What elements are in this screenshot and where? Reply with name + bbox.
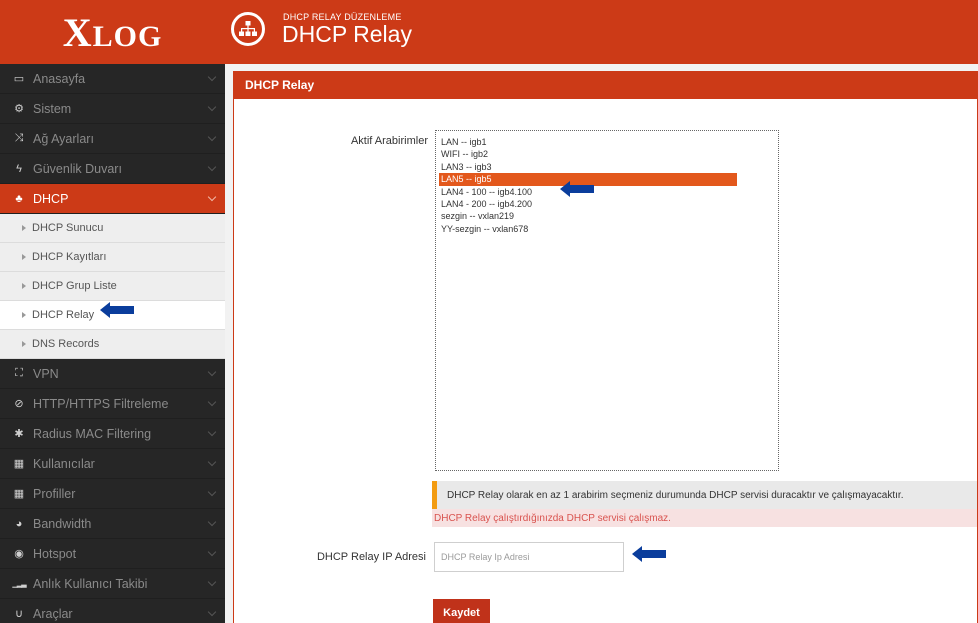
shuffle-icon: ⤨ [14,132,24,144]
sidebar-item-label: Hotspot [33,546,77,561]
sidebar-item-anlik-kullanici-takibi[interactable]: ▁▂▃ Anlık Kullanıcı Takibi [0,569,225,599]
sidebar-item-label: Bandwidth [33,516,92,531]
sidebar-subitem-dhcp-kayitlari[interactable]: DHCP Kayıtları [0,243,225,272]
caret-right-icon [22,283,26,289]
relay-ip-label: DHCP Relay IP Adresi [316,551,426,563]
interface-option[interactable]: LAN4 - 100 -- igb4.100 [439,186,778,198]
page-header: DHCP RELAY DÜZENLEME DHCP Relay [225,0,978,64]
chevron-down-icon [207,162,217,172]
chevron-down-icon [207,72,217,82]
sidebar-item-kullanicilar[interactable]: ▦ Kullanıcılar [0,449,225,479]
sidebar-item-label: Sistem [33,101,72,116]
sidebar-item-vpn[interactable]: ⛶ VPN [0,359,225,389]
sidebar-item-label: Araçlar [33,606,73,621]
logo-text: XLOG [62,9,163,55]
panel-title: DHCP Relay [234,71,977,99]
interface-option[interactable]: YY-sezgin -- vxlan678 [439,223,778,235]
chevron-down-icon [207,427,217,437]
chevron-down-icon [207,397,217,407]
caret-right-icon [22,341,26,347]
sidebar-subitem-dns-records[interactable]: DNS Records [0,330,225,359]
sidebar-item-label: Ağ Ayarları [33,131,94,146]
interface-option[interactable]: LAN3 -- igb3 [439,161,778,173]
sidebar-item-ag-ayarlari[interactable]: ⤨ Ağ Ayarları [0,124,225,154]
sidebar-item-label: Radius MAC Filtering [33,426,152,441]
caret-right-icon [22,312,26,318]
sidebar-item-label: Anlık Kullanıcı Takibi [33,576,148,591]
chevron-down-icon [207,102,217,112]
logo[interactable]: XLOG [0,0,225,64]
chevron-down-icon [207,367,217,377]
chevron-down-icon [207,457,217,467]
arrow-left-icon [560,181,594,197]
chevron-down-icon [207,517,217,527]
warning-message: DHCP Relay olarak en az 1 arabirim seçme… [432,481,977,509]
active-interfaces-label: Aktif Arabirimler [350,135,428,147]
sidebar: ▭ Anasayfa ⚙ Sistem ⤨ Ağ Ayarları ϟ Güve… [0,64,225,623]
sidebar-subitem-dhcp-grup-liste[interactable]: DHCP Grup Liste [0,272,225,301]
interface-option[interactable]: sezgin -- vxlan219 [439,210,778,222]
sidebar-subitem-dhcp-sunucu[interactable]: DHCP Sunucu [0,214,225,243]
arrow-left-icon [632,546,666,562]
sitemap-icon: ♣ [15,192,23,205]
grid-icon: ▦ [13,458,25,470]
chevron-down-icon [207,607,217,617]
sidebar-item-label: Kullanıcılar [33,456,95,471]
sidebar-item-label: Anasayfa [33,71,86,86]
caret-right-icon [22,225,26,231]
sidebar-item-dhcp[interactable]: ♣ DHCP [0,184,225,214]
binoculars-icon: ⛶ [15,367,23,379]
chevron-down-icon [207,132,217,142]
sidebar-item-araclar[interactable]: ∪ Araçlar [0,599,225,623]
magnet-icon: ∪ [14,608,24,620]
sitemap-icon [231,12,265,46]
sidebar-item-guvenlik-duvari[interactable]: ϟ Güvenlik Duvarı [0,154,225,184]
save-button[interactable]: Kaydet [433,599,490,623]
laptop-icon: ▭ [13,73,25,85]
sidebar-item-label: Profiller [33,486,76,501]
sidebar-subitem-label: DHCP Kayıtları [32,251,107,263]
sidebar-item-label: HTTP/HTTPS Filtreleme [33,396,169,411]
sidebar-subitem-label: DNS Records [32,338,100,350]
signal-icon: ▁▂▃ [12,580,26,588]
arrow-left-icon [100,302,134,318]
sidebar-item-profiller[interactable]: ▦ Profiller [0,479,225,509]
main-content: DHCP Relay Aktif Arabirimler LAN -- igb1… [225,64,978,623]
relay-ip-input[interactable] [434,542,624,572]
sidebar-subitem-label: DHCP Grup Liste [32,280,117,292]
chevron-down-icon [207,547,217,557]
bolt-icon: ϟ [16,162,22,175]
sidebar-item-hotspot[interactable]: ◉ Hotspot [0,539,225,569]
chevron-down-icon [207,577,217,587]
sidebar-subitem-label: DHCP Relay [32,309,95,321]
error-message: DHCP Relay çalıştırdığınızda DHCP servis… [432,509,977,527]
sidebar-item-http-https-filtreleme[interactable]: ⊘ HTTP/HTTPS Filtreleme [0,389,225,419]
chevron-down-icon [207,487,217,497]
caret-right-icon [22,254,26,260]
asterisk-icon: ✱ [14,428,24,440]
chevron-down-icon [207,192,217,202]
dhcp-relay-panel: DHCP Relay Aktif Arabirimler LAN -- igb1… [233,71,978,623]
sidebar-item-sistem[interactable]: ⚙ Sistem [0,94,225,124]
sidebar-item-bandwidth[interactable]: ◕ Bandwidth [0,509,225,539]
grid-icon: ▦ [13,488,25,500]
page-title: DHCP Relay [282,21,412,47]
sidebar-subitem-label: DHCP Sunucu [32,222,104,234]
gears-icon: ⚙ [14,103,24,115]
dashboard-icon: ◕ [15,517,23,530]
app-window: XLOG DHCP RELAY DÜZENLEME DHCP Relay ▭ A… [0,0,978,623]
interface-option[interactable]: LAN4 - 200 -- igb4.200 [439,198,778,210]
sidebar-item-label: DHCP [33,191,69,206]
interface-option[interactable]: LAN -- igb1 [439,136,778,148]
interface-option[interactable]: WIFI -- igb2 [439,148,778,160]
globe-icon: ◉ [14,548,24,560]
interfaces-listbox[interactable]: LAN -- igb1 WIFI -- igb2 LAN3 -- igb3 LA… [435,130,779,471]
sidebar-item-radius-mac-filtering[interactable]: ✱ Radius MAC Filtering [0,419,225,449]
sidebar-item-anasayfa[interactable]: ▭ Anasayfa [0,64,225,94]
eye-slash-icon: ⊘ [14,398,24,410]
sidebar-item-label: Güvenlik Duvarı [33,161,122,176]
sidebar-item-label: VPN [33,366,59,381]
